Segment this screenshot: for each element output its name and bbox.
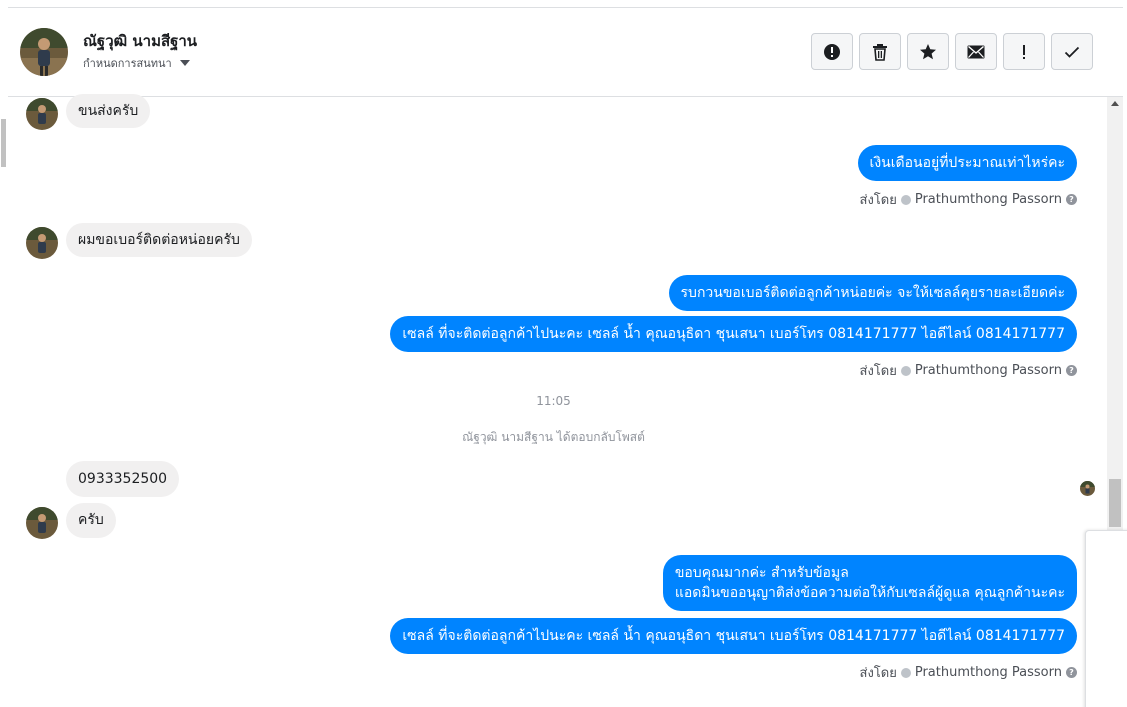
contact-avatar[interactable]	[20, 28, 68, 76]
trash-icon	[873, 43, 887, 61]
sent-by-label: ส่งโดย	[859, 193, 897, 208]
sent-by-name[interactable]: Prathumthong Passorn	[915, 192, 1062, 207]
contact-avatar-small[interactable]	[26, 227, 58, 259]
verified-check-icon	[900, 667, 911, 678]
message-bubble-outgoing[interactable]: เซลล์ ที่จะติดต่อลูกค้าไปนะคะ เซลล์ น้ำ …	[390, 316, 1077, 352]
scroll-thumb[interactable]	[1109, 479, 1121, 527]
caret-down-icon	[179, 60, 190, 66]
alert-circle-icon	[824, 43, 840, 60]
message-bubble-outgoing[interactable]: รบกวนขอเบอร์ติดต่อลูกค้าหน่อยค่ะ จะให้เซ…	[668, 275, 1077, 311]
conversation-actions	[811, 33, 1093, 70]
message-bubble-outgoing[interactable]: เงินเดือนอยู่ที่ประมาณเท่าไหร่คะ	[857, 145, 1077, 181]
contact-avatar-small[interactable]	[26, 507, 58, 539]
sent-by-attribution: ส่งโดย Prathumthong Passorn ?	[860, 662, 1077, 683]
verified-check-icon	[900, 194, 911, 205]
help-icon[interactable]: ?	[1066, 365, 1077, 376]
conversation-header: ณัฐวุฒิ นามสีฐาน กำหนดการสนทนา	[8, 8, 1123, 97]
exclamation-icon	[1023, 44, 1025, 59]
mark-spam-button[interactable]	[811, 33, 853, 70]
sent-by-label: ส่งโดย	[859, 666, 897, 681]
help-icon[interactable]: ?	[1066, 667, 1077, 678]
message-timestamp: 11:05	[536, 394, 571, 408]
seen-receipt-avatar	[1080, 481, 1095, 496]
sent-by-label: ส่งโดย	[859, 364, 897, 379]
message-bubble-incoming[interactable]: ขนส่งครับ	[66, 94, 151, 128]
message-line: แอดมินขออนุญาติส่งข้อความต่อให้กับเซลล์ผ…	[674, 585, 1065, 601]
conversation-settings-label: กำหนดการสนทนา	[83, 57, 172, 70]
sent-by-attribution: ส่งโดย Prathumthong Passorn ?	[860, 360, 1077, 381]
verified-check-icon	[900, 365, 911, 376]
message-bubble-incoming[interactable]: ครับ	[66, 503, 116, 538]
checkmark-icon	[1064, 46, 1080, 58]
side-panel-popover[interactable]	[1085, 530, 1127, 707]
envelope-icon	[967, 45, 985, 58]
help-icon[interactable]: ?	[1066, 194, 1077, 205]
star-button[interactable]	[907, 33, 949, 70]
mark-unread-button[interactable]	[955, 33, 997, 70]
conversation-settings-dropdown[interactable]: กำหนดการสนทนา	[83, 54, 190, 72]
left-pane-scroll-thumb[interactable]	[1, 119, 6, 167]
message-bubble-outgoing[interactable]: ขอบคุณมากค่ะ สำหรับข้อมูล แอดมินขออนุญาต…	[662, 555, 1077, 611]
message-bubble-outgoing[interactable]: เซลล์ ที่จะติดต่อลูกค้าไปนะคะ เซลล์ น้ำ …	[390, 618, 1077, 654]
follow-up-button[interactable]	[1003, 33, 1045, 70]
done-button[interactable]	[1051, 33, 1093, 70]
contact-name[interactable]: ณัฐวุฒิ นามสีฐาน	[83, 29, 197, 53]
delete-button[interactable]	[859, 33, 901, 70]
sent-by-name[interactable]: Prathumthong Passorn	[915, 363, 1062, 378]
message-bubble-incoming[interactable]: ผมขอเบอร์ติดต่อหน่อยครับ	[66, 223, 252, 257]
inbox-conversation-view: ณัฐวุฒิ นามสีฐาน กำหนดการสนทนา ขนส่งครับ…	[0, 0, 1127, 707]
message-bubble-incoming[interactable]: 0933352500	[66, 461, 180, 497]
system-note: ณัฐวุฒิ นามสีฐาน ได้ตอบกลับโพสต์	[462, 430, 645, 444]
scroll-up-arrow-icon[interactable]	[1111, 101, 1119, 106]
star-icon	[920, 43, 936, 59]
sent-by-name[interactable]: Prathumthong Passorn	[915, 665, 1062, 680]
contact-avatar-small[interactable]	[26, 98, 58, 130]
sent-by-attribution: ส่งโดย Prathumthong Passorn ?	[860, 189, 1077, 210]
message-line: ขอบคุณมากค่ะ สำหรับข้อมูล	[674, 565, 849, 581]
